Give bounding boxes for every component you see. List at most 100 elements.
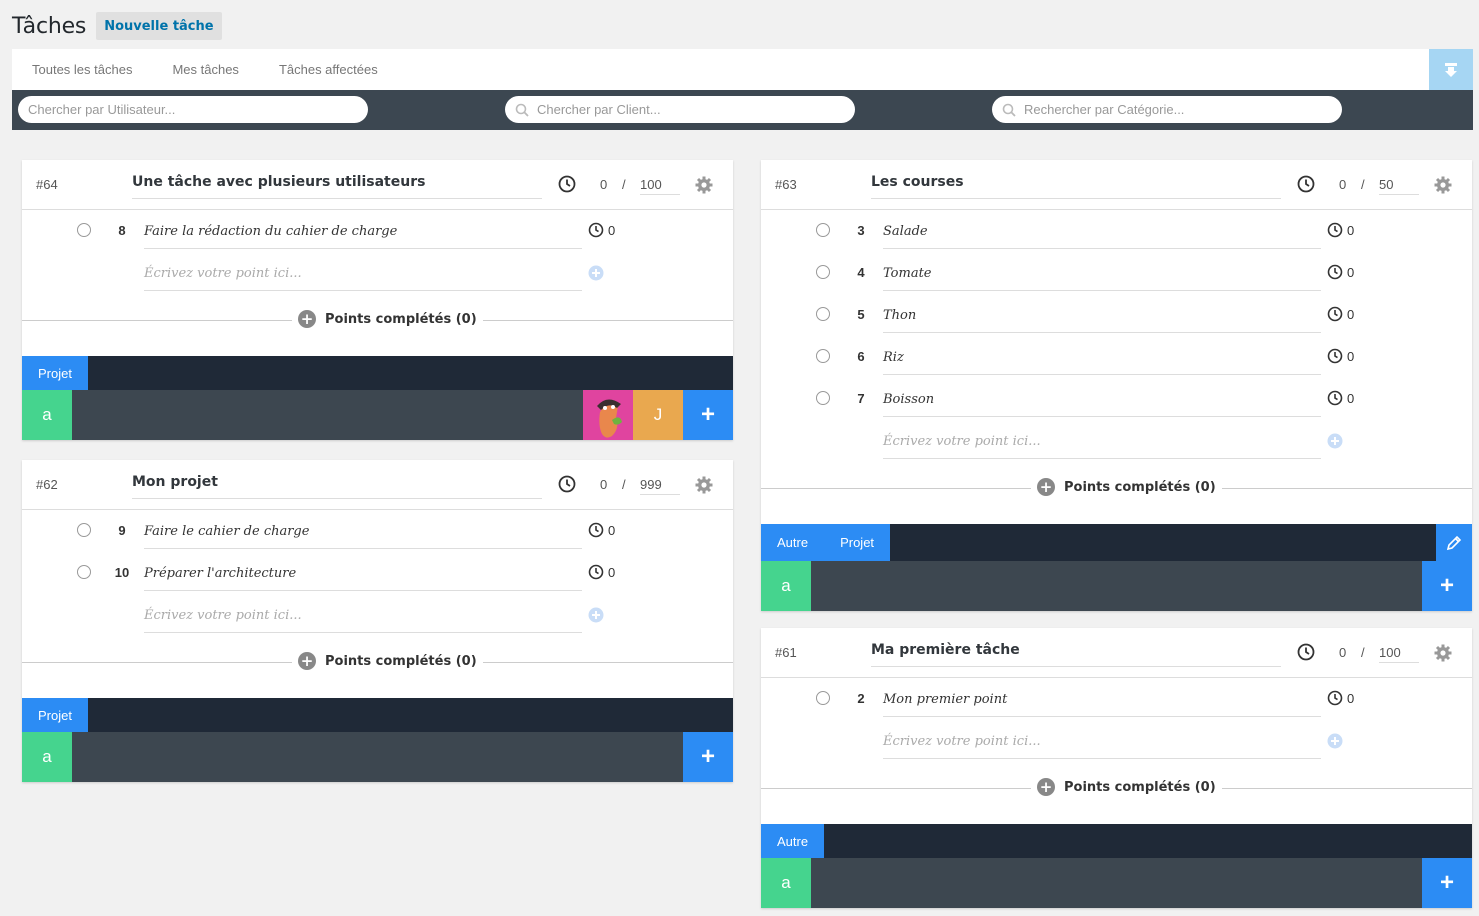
new-item-row: Écrivez votre point ici... bbox=[761, 720, 1472, 762]
item-text[interactable]: Préparer l'architecture bbox=[144, 557, 582, 591]
time-separator: / bbox=[1361, 177, 1365, 192]
item-number: 10 bbox=[114, 565, 130, 580]
category-tag[interactable]: Projet bbox=[22, 698, 88, 732]
clock-icon bbox=[1327, 222, 1343, 238]
item-text[interactable]: Boisson bbox=[883, 383, 1321, 417]
checklist-item: 7 Boisson 0 bbox=[761, 378, 1472, 420]
new-item-input[interactable]: Écrivez votre point ici... bbox=[883, 425, 1321, 459]
tab-assigned-tasks[interactable]: Tâches affectées bbox=[279, 62, 378, 77]
category-tag[interactable]: Autre bbox=[761, 524, 825, 561]
add-user-button[interactable]: + bbox=[1422, 561, 1472, 611]
gear-icon[interactable] bbox=[1434, 644, 1452, 662]
time-estimate-field[interactable]: 100 bbox=[1379, 645, 1419, 663]
new-item-input[interactable]: Écrivez votre point ici... bbox=[144, 257, 582, 291]
item-checkbox[interactable] bbox=[816, 223, 830, 237]
task-id: #62 bbox=[36, 477, 58, 492]
completed-items-toggle[interactable]: + Points complétés (0) bbox=[761, 478, 1472, 498]
time-estimate-field[interactable]: 100 bbox=[640, 177, 680, 195]
add-user-button[interactable]: + bbox=[1422, 858, 1472, 908]
user-avatar[interactable]: J bbox=[633, 390, 683, 440]
checklist-item: 4 Tomate 0 bbox=[761, 252, 1472, 294]
user-search-field[interactable] bbox=[18, 96, 368, 123]
user-avatar[interactable]: a bbox=[761, 858, 811, 908]
tab-my-tasks[interactable]: Mes tâches bbox=[172, 62, 238, 77]
task-card-header: #63 Les courses 0 / 50 bbox=[761, 160, 1472, 210]
task-title-field[interactable]: Mon projet bbox=[132, 474, 542, 499]
clock-icon bbox=[1297, 175, 1315, 193]
user-avatar[interactable]: a bbox=[22, 390, 72, 440]
item-text[interactable]: Faire la rédaction du cahier de charge bbox=[144, 215, 582, 249]
user-bar: a + bbox=[761, 858, 1472, 908]
item-text[interactable]: Mon premier point bbox=[883, 683, 1321, 717]
user-avatar[interactable]: a bbox=[761, 561, 811, 611]
edit-categories-button[interactable] bbox=[1436, 524, 1472, 561]
completed-items-toggle[interactable]: + Points complétés (0) bbox=[22, 310, 733, 330]
gear-icon[interactable] bbox=[695, 176, 713, 194]
add-item-icon[interactable] bbox=[1327, 433, 1343, 449]
item-number: 5 bbox=[857, 307, 865, 322]
category-bar: Autre bbox=[761, 824, 1472, 858]
time-separator: / bbox=[622, 477, 626, 492]
category-tag[interactable]: Projet bbox=[824, 524, 891, 561]
item-time-value: 0 bbox=[608, 564, 616, 580]
item-text[interactable]: Salade bbox=[883, 215, 1321, 249]
add-item-icon[interactable] bbox=[588, 607, 604, 623]
category-tag[interactable]: Autre bbox=[761, 824, 825, 858]
task-card-header: #64 Une tâche avec plusieurs utilisateur… bbox=[22, 160, 733, 210]
item-text[interactable]: Riz bbox=[883, 341, 1321, 375]
item-number: 2 bbox=[857, 691, 865, 706]
completed-items-toggle[interactable]: + Points complétés (0) bbox=[22, 652, 733, 672]
item-time-value: 0 bbox=[608, 522, 616, 538]
item-checkbox[interactable] bbox=[816, 391, 830, 405]
add-item-icon[interactable] bbox=[1327, 733, 1343, 749]
plus-icon: + bbox=[1037, 478, 1055, 496]
item-time-value: 0 bbox=[1347, 390, 1355, 406]
item-checkbox[interactable] bbox=[816, 349, 830, 363]
item-checkbox[interactable] bbox=[816, 265, 830, 279]
avatar[interactable] bbox=[583, 390, 633, 440]
time-elapsed: 0 bbox=[600, 177, 608, 192]
task-title-field[interactable]: Une tâche avec plusieurs utilisateurs bbox=[132, 174, 542, 199]
item-checkbox[interactable] bbox=[816, 691, 830, 705]
gear-icon[interactable] bbox=[695, 476, 713, 494]
checklist-item: 6 Riz 0 bbox=[761, 336, 1472, 378]
item-checkbox[interactable] bbox=[816, 307, 830, 321]
item-time-value: 0 bbox=[1347, 306, 1355, 322]
item-text[interactable]: Faire le cahier de charge bbox=[144, 515, 582, 549]
time-estimate-field[interactable]: 999 bbox=[640, 477, 680, 495]
gear-icon[interactable] bbox=[1434, 176, 1452, 194]
item-time: 0 bbox=[1327, 306, 1354, 322]
completed-items-toggle[interactable]: + Points complétés (0) bbox=[761, 778, 1472, 798]
add-item-icon[interactable] bbox=[588, 265, 604, 281]
clock-icon bbox=[558, 175, 576, 193]
user-avatar[interactable]: a bbox=[22, 732, 72, 782]
client-search-field[interactable] bbox=[505, 96, 855, 123]
new-item-input[interactable]: Écrivez votre point ici... bbox=[883, 725, 1321, 759]
item-checkbox[interactable] bbox=[77, 565, 91, 579]
client-search-input[interactable] bbox=[537, 102, 827, 117]
item-text[interactable]: Thon bbox=[883, 299, 1321, 333]
task-title-field[interactable]: Les courses bbox=[871, 174, 1281, 199]
user-search-input[interactable] bbox=[28, 102, 318, 117]
category-search-input[interactable] bbox=[1024, 102, 1314, 117]
checklist-item: 8 Faire la rédaction du cahier de charge… bbox=[22, 210, 733, 252]
task-id: #63 bbox=[775, 177, 797, 192]
user-bar: a + bbox=[761, 561, 1472, 611]
category-search-field[interactable] bbox=[992, 96, 1342, 123]
new-task-button[interactable]: Nouvelle tâche bbox=[96, 12, 222, 40]
add-user-button[interactable]: + bbox=[683, 732, 733, 782]
export-button[interactable] bbox=[1429, 49, 1473, 90]
tab-all-tasks[interactable]: Toutes les tâches bbox=[32, 62, 132, 77]
item-checkbox[interactable] bbox=[77, 523, 91, 537]
add-user-button[interactable]: + bbox=[683, 390, 733, 440]
task-title-field[interactable]: Ma première tâche bbox=[871, 642, 1281, 667]
item-time: 0 bbox=[1327, 348, 1354, 364]
task-card: #63 Les courses 0 / 50 3 Salade 0 4 Toma… bbox=[761, 160, 1472, 611]
completed-label: Points complétés (0) bbox=[325, 311, 477, 327]
new-item-input[interactable]: Écrivez votre point ici... bbox=[144, 599, 582, 633]
time-estimate-field[interactable]: 50 bbox=[1379, 177, 1419, 195]
category-tag[interactable]: Projet bbox=[22, 356, 88, 390]
item-text[interactable]: Tomate bbox=[883, 257, 1321, 291]
checklist-item: 3 Salade 0 bbox=[761, 210, 1472, 252]
item-checkbox[interactable] bbox=[77, 223, 91, 237]
